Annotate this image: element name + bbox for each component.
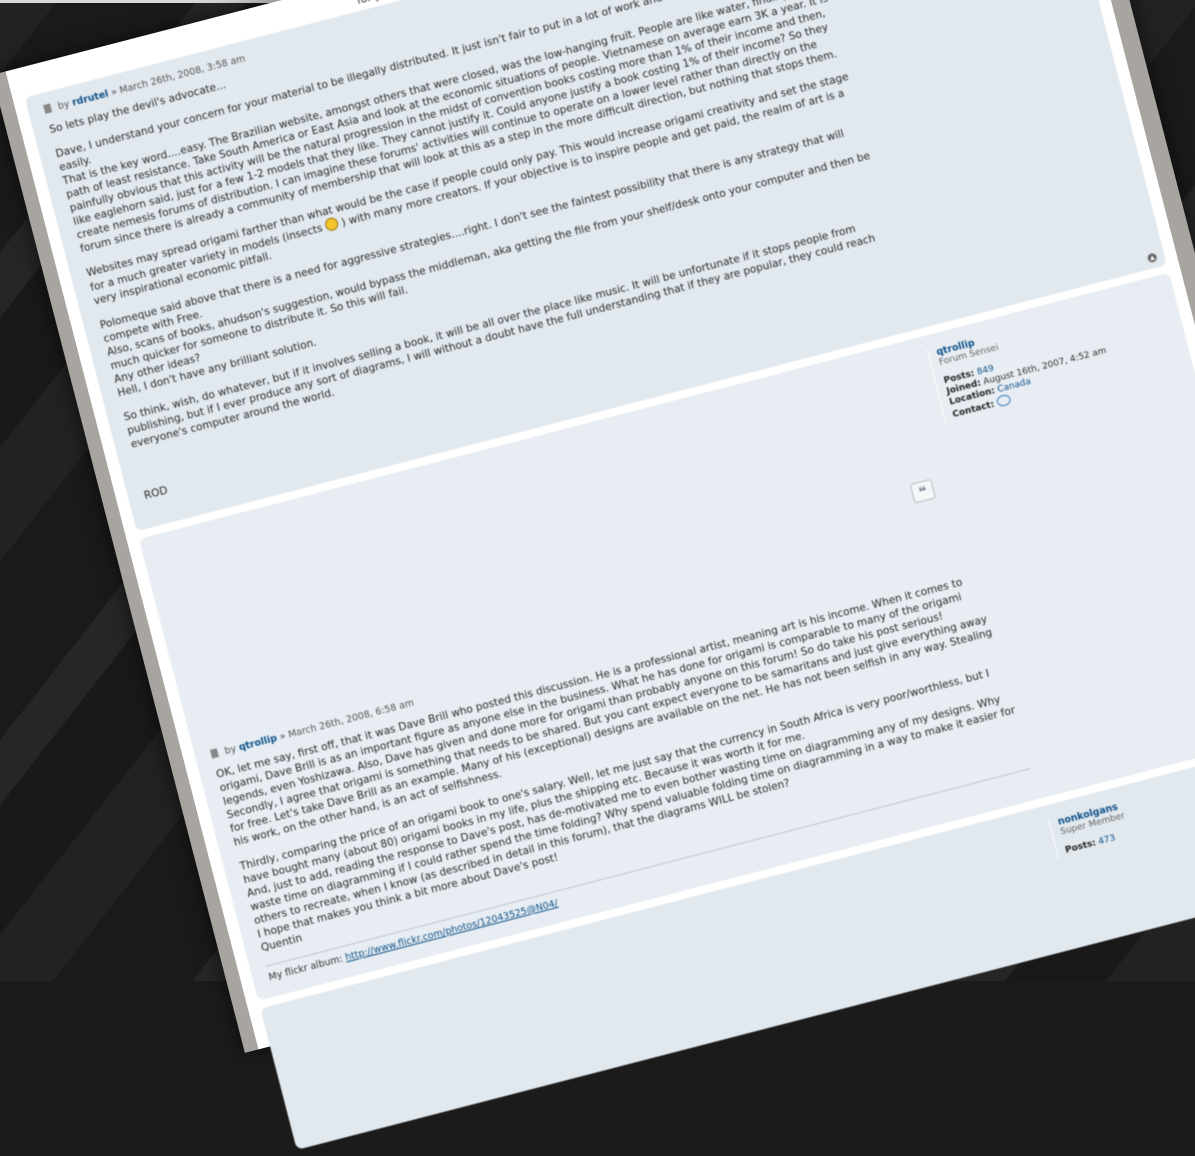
by-label: by <box>223 743 238 758</box>
signature-label: My flickr album: <box>267 953 344 984</box>
post-author-link[interactable]: qtrollip <box>238 733 279 753</box>
back-to-top-icon[interactable]: ▲ <box>1146 252 1158 264</box>
post-file-icon[interactable] <box>43 103 53 114</box>
post-file-icon[interactable] <box>209 748 219 759</box>
contact-bubble-icon[interactable] <box>995 393 1012 408</box>
post-author-link[interactable]: rdrutel <box>71 89 110 109</box>
smiley-icon <box>323 216 340 233</box>
posts-label: Posts: <box>1064 838 1098 856</box>
by-label: by <box>56 98 71 113</box>
posts-count[interactable]: 473 <box>1097 833 1116 847</box>
post-profile: qtrollip Forum Sensei Posts: 849 Joined:… <box>926 304 1119 424</box>
